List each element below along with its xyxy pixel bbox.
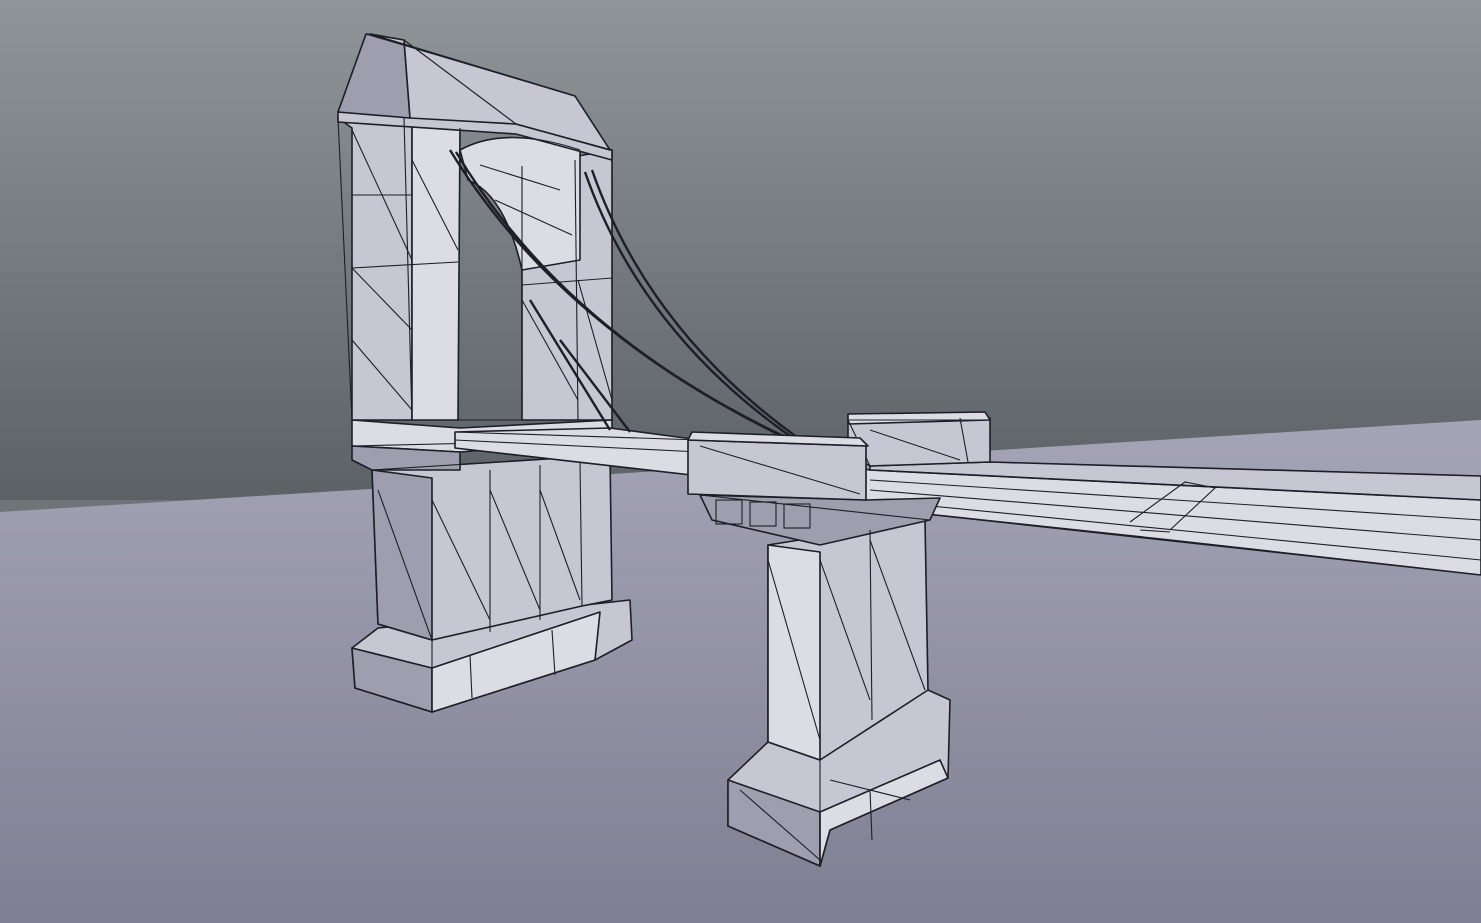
3d-viewport[interactable] — [0, 0, 1481, 923]
sky-backdrop — [0, 0, 1481, 500]
rear-pier-cap[interactable] — [847, 411, 991, 467]
viewport-scene — [0, 0, 1481, 923]
